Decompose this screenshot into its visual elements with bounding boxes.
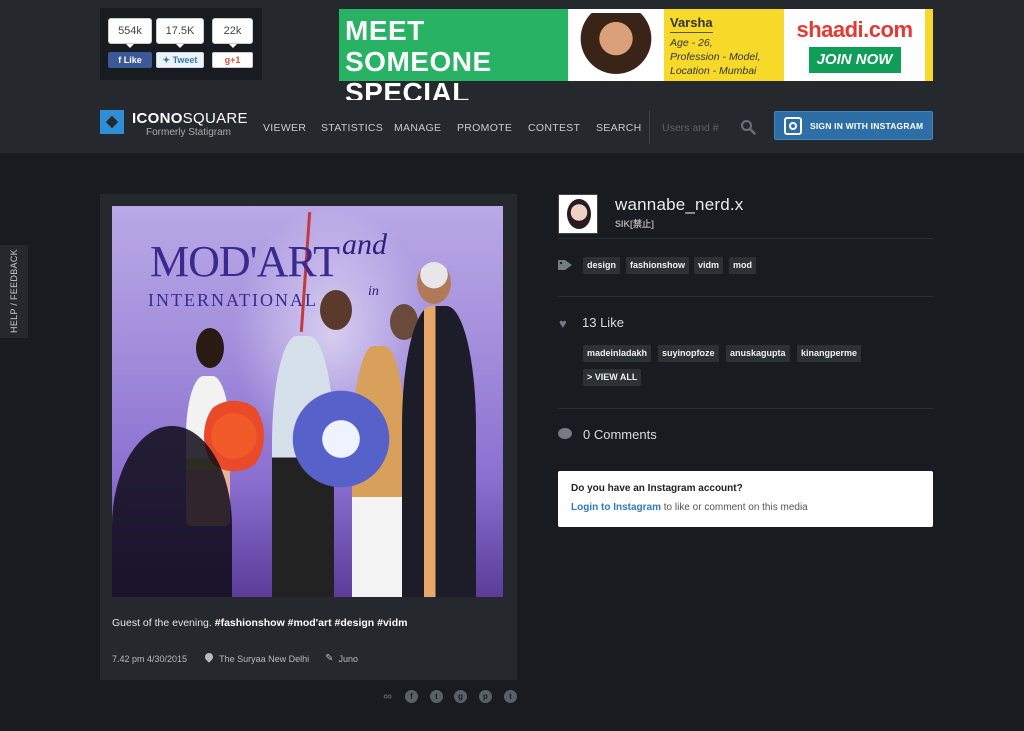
shaadi-logo: shaadi.com <box>796 17 913 42</box>
username[interactable]: wannabe_nerd.x <box>615 195 744 215</box>
tag-chip[interactable]: fashionshow <box>626 257 690 274</box>
search-icon[interactable] <box>740 119 756 135</box>
nav-viewer[interactable]: VIEWER <box>263 122 306 134</box>
media-caption: Guest of the evening. #fashionshow #mod'… <box>112 617 408 629</box>
tumblr-icon[interactable]: t <box>504 690 517 703</box>
divider <box>558 238 933 239</box>
divider <box>558 408 933 409</box>
media-filter: Juno <box>338 653 359 664</box>
avatar[interactable] <box>558 194 598 234</box>
liker-chip[interactable]: anuskagupta <box>726 345 790 362</box>
iconosquare-logo-icon <box>100 110 124 134</box>
nav-contest[interactable]: CONTEST <box>528 122 580 134</box>
location-pin-icon <box>205 653 213 664</box>
twitter-share[interactable]: 17.5K ✦ Tweet <box>156 18 204 68</box>
help-feedback-tab[interactable]: HELP / FEEDBACK <box>0 245 28 338</box>
facebook-icon[interactable]: f <box>405 690 418 703</box>
tag-chip[interactable]: mod <box>729 257 756 274</box>
social-share-counters: 554k f Like 17.5K ✦ Tweet 22k g+1 <box>100 8 262 80</box>
nav-search[interactable]: SEARCH <box>596 122 642 134</box>
pinterest-icon[interactable]: p <box>479 690 492 703</box>
login-question: Do you have an Instagram account? <box>571 483 743 494</box>
caption-hashtags[interactable]: #fashionshow #mod'art #design #vidm <box>215 617 408 629</box>
liker-chip[interactable]: kinangperme <box>797 345 862 362</box>
media-meta: 7.42 pm 4/30/2015 The Suryaa New Delhi ✎… <box>112 653 358 664</box>
facebook-like-button[interactable]: f Like <box>108 52 152 68</box>
join-now-button[interactable]: JOIN NOW <box>808 47 901 73</box>
gplus-icon[interactable]: g <box>454 690 467 703</box>
tag-chip[interactable]: vidm <box>694 257 724 274</box>
nav-promote[interactable]: PROMOTE <box>457 122 512 134</box>
sign-in-with-instagram-button[interactable]: SIGN IN WITH INSTAGRAM <box>774 111 933 140</box>
facebook-count: 554k <box>108 18 152 48</box>
facebook-share[interactable]: 554k f Like <box>108 18 152 68</box>
filter-pen-icon: ✎ <box>325 653 334 664</box>
shaadi-ad-banner[interactable]: MEET SOMEONE SPECIAL Varsha Age - 26, Pr… <box>339 9 933 108</box>
twitter-icon: ✦ <box>162 55 173 65</box>
media-card: MOD'ART INTERNATIONAL and in Guest of th… <box>100 194 517 680</box>
nav-statistics[interactable]: STATISTICS <box>321 122 383 134</box>
ad-brand-block: shaadi.com JOIN NOW <box>784 9 925 81</box>
media-location[interactable]: The Suryaa New Delhi <box>219 654 309 664</box>
liker-chip[interactable]: suyinopfoze <box>658 345 719 362</box>
tweet-button[interactable]: ✦ Tweet <box>156 52 204 68</box>
twitter-count: 17.5K <box>156 18 204 48</box>
comments-count: 0 Comments <box>583 427 657 442</box>
liker-chip[interactable]: madeinladakh <box>583 345 652 362</box>
user-fullname: SIK[禁止] <box>615 219 654 229</box>
search-input[interactable] <box>662 120 732 136</box>
view-all-likes-button[interactable]: > VIEW ALL <box>583 369 642 386</box>
ad-profile-name: Varsha <box>670 15 713 33</box>
top-banner-area: 554k f Like 17.5K ✦ Tweet 22k g+1 MEET S… <box>0 0 1024 108</box>
media-photo[interactable]: MOD'ART INTERNATIONAL and in <box>112 206 503 597</box>
login-prompt-box: Do you have an Instagram account? Login … <box>558 471 933 527</box>
tag-chip[interactable]: design <box>583 257 621 274</box>
gplus-share[interactable]: 22k g+1 <box>212 18 253 68</box>
instagram-icon <box>784 116 802 135</box>
likes-count: 13 Like <box>582 315 624 330</box>
nav-manage[interactable]: MANAGE <box>394 122 441 134</box>
photo-banner-text: MOD'ART <box>150 237 340 286</box>
logo-subtitle: Formerly Statigram <box>146 127 232 138</box>
twitter-icon[interactable]: t <box>430 690 443 703</box>
ad-edge <box>925 9 933 81</box>
iconosquare-logo[interactable]: ICONOSQUARE Formerly Statigram <box>100 110 248 138</box>
gplus-button[interactable]: g+1 <box>212 52 253 68</box>
heart-icon: ♥ <box>559 316 567 331</box>
nav-divider <box>649 110 650 144</box>
comment-icon <box>558 428 572 439</box>
ad-profile: Varsha Age - 26, Profession - Model, Loc… <box>664 9 784 81</box>
main-navigation: ICONOSQUARE Formerly Statigram VIEWER ST… <box>0 100 1024 154</box>
link-icon[interactable]: ∞ <box>381 690 394 703</box>
gplus-count: 22k <box>212 18 253 48</box>
divider <box>558 296 933 297</box>
media-timestamp: 7.42 pm 4/30/2015 <box>112 653 188 664</box>
tag-icon <box>558 260 572 270</box>
ad-model-photo <box>568 9 664 81</box>
ad-headline: MEET SOMEONE SPECIAL <box>339 9 568 108</box>
login-to-instagram-link[interactable]: Login to Instagram <box>571 502 661 513</box>
